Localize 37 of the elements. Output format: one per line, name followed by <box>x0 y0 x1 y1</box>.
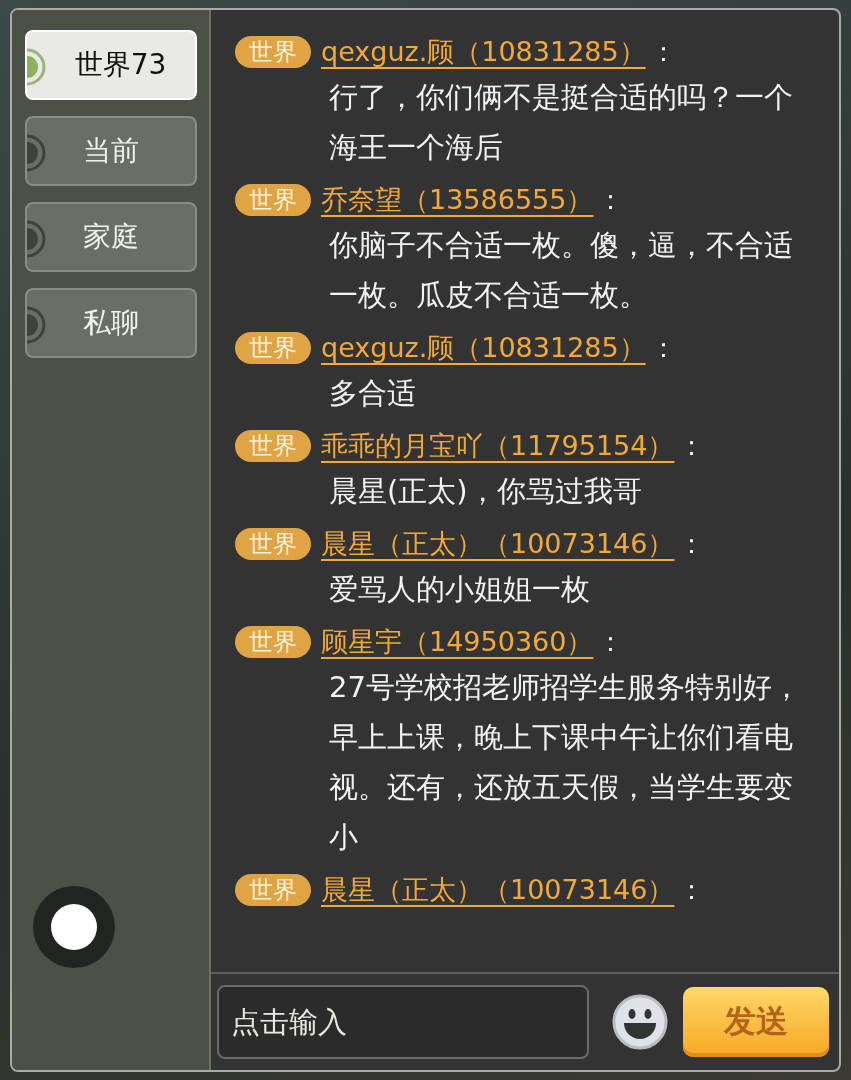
colon: ： <box>678 873 706 907</box>
channel-badge: 世界 <box>235 36 311 68</box>
sender-link[interactable]: qexguz.顾（10831285） <box>321 34 646 70</box>
channel-badge: 世界 <box>235 332 311 364</box>
smiley-icon[interactable] <box>611 993 669 1051</box>
sender-link[interactable]: qexguz.顾（10831285） <box>321 330 646 366</box>
channel-tab[interactable]: 家庭 <box>24 202 197 272</box>
message-text: 多合适 <box>329 375 417 412</box>
channel-tab[interactable]: 当前 <box>24 116 197 186</box>
channel-badge: 世界 <box>235 626 311 658</box>
channel-badge: 世界 <box>235 874 311 906</box>
message-text: 27号学校招老师招学生服务特别好，早上上课，晚上下课中午让你们看电视。还有，还放五天假，当学生要变小 <box>329 669 802 856</box>
sender-link[interactable]: 顾星宇（14950360） <box>321 624 594 660</box>
ring-icon <box>26 306 47 344</box>
ring-icon <box>26 134 47 172</box>
channel-badge: 世界 <box>235 528 311 560</box>
sender-link[interactable]: 乖乖的月宝吖（11795154） <box>321 428 675 464</box>
message-text: 行了，你们俩不是挺合适的吗？一个海王一个海后 <box>329 79 794 166</box>
message-text: 晨星(正太)，你骂过我哥 <box>329 473 643 510</box>
sender-link[interactable]: 乔奈望（13586555） <box>321 182 594 218</box>
colon: ： <box>678 527 706 561</box>
sender-link[interactable]: 晨星（正太）（10073146） <box>321 526 675 562</box>
channel-badge: 世界 <box>235 430 311 462</box>
colon: ： <box>649 331 677 365</box>
input-field[interactable]: 点击输入 <box>217 985 589 1059</box>
message-text: 你脑子不合适一枚。傻，逼，不合适一枚。瓜皮不合适一枚。 <box>329 227 794 314</box>
sender-link[interactable]: 晨星（正太）（10073146） <box>321 872 675 908</box>
channel-badge: 世界 <box>235 184 311 216</box>
channel-tab[interactable]: 世界73 <box>24 30 197 100</box>
ring-icon <box>26 220 47 258</box>
channel-tab[interactable]: 私聊 <box>24 288 197 358</box>
message-text: 爱骂人的小姐姐一枚 <box>329 571 591 608</box>
ring-icon <box>26 48 47 86</box>
colon: ： <box>597 625 625 659</box>
colon: ： <box>649 35 677 69</box>
colon: ： <box>678 429 706 463</box>
colon: ： <box>597 183 625 217</box>
